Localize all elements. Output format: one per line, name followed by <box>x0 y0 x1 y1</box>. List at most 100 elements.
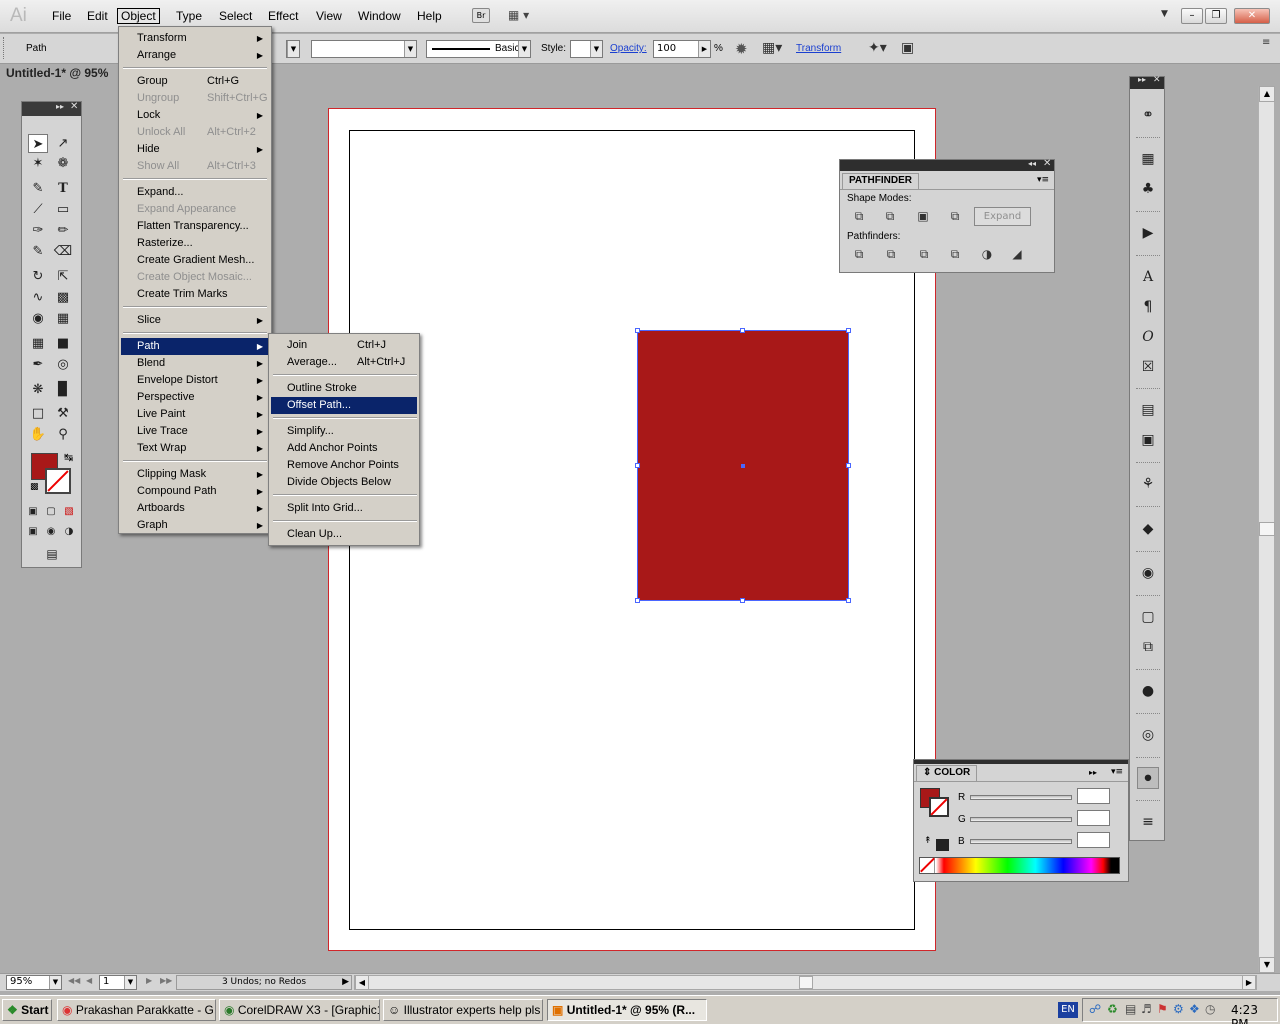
menu-item-blend[interactable]: Blend ▶ <box>121 355 269 372</box>
divide-icon[interactable]: ⧉ <box>848 244 870 264</box>
symbols-icon[interactable]: ♣ <box>1137 178 1159 200</box>
menu-item-compound-path[interactable]: Compound Path ▶ <box>121 483 269 500</box>
blob-brush-tool-icon[interactable]: ✎ <box>28 242 48 261</box>
free-transform-tool-icon[interactable]: ▩ <box>53 288 73 307</box>
menu-item-offset-path[interactable]: Offset Path... <box>271 397 417 414</box>
menu-view[interactable]: View <box>316 9 342 23</box>
panel-menu-icon[interactable]: ▾≡ <box>1037 175 1049 185</box>
exclude-icon[interactable]: ⧉ <box>944 206 966 226</box>
status-display[interactable]: 3 Undos; no Redos ▶ <box>176 975 352 990</box>
b-slider[interactable] <box>970 839 1072 844</box>
task-browser[interactable]: ☺ Illustrator experts help pls I... <box>383 999 543 1021</box>
restore-icon[interactable]: ❐ <box>1205 8 1227 24</box>
last-artboard-icon[interactable]: ▶▶ <box>160 976 172 985</box>
pen-tool-icon[interactable]: ✎ <box>28 179 48 198</box>
volume-icon[interactable]: ♬ <box>1141 1002 1152 1016</box>
color-stroke-swatch[interactable] <box>929 797 949 817</box>
hand-tool-icon[interactable]: ✋ <box>28 425 48 444</box>
menu-item-clipping-mask[interactable]: Clipping Mask ▶ <box>121 466 269 483</box>
close-icon[interactable]: ✕ <box>1043 158 1051 169</box>
menu-item-flatten-transparency[interactable]: Flatten Transparency... <box>121 218 269 235</box>
minus-back-icon[interactable]: ◢ <box>1006 244 1028 264</box>
previous-artboard-icon[interactable]: ◀ <box>86 976 92 985</box>
menu-item-divide-objects-below[interactable]: Divide Objects Below <box>271 474 417 491</box>
scroll-left-icon[interactable]: ◀ <box>355 975 369 990</box>
menu-item-transform[interactable]: Transform ▶ <box>121 30 269 47</box>
links-icon[interactable]: ⚭ <box>1137 104 1159 126</box>
recolor-artwork-icon[interactable]: ✹ <box>735 40 748 58</box>
control-bar-grip[interactable] <box>3 37 6 59</box>
menu-item-simplify[interactable]: Simplify... <box>271 423 417 440</box>
artboard-tool-icon[interactable]: □ <box>28 404 48 423</box>
gradient-panel-icon[interactable]: ▢ <box>1137 606 1159 628</box>
r-value-input[interactable] <box>1077 788 1110 804</box>
menu-item-perspective[interactable]: Perspective ▶ <box>121 389 269 406</box>
draw-normal-icon[interactable]: ▣ <box>25 522 41 541</box>
menu-item-live-trace[interactable]: Live Trace ▶ <box>121 423 269 440</box>
lasso-tool-icon[interactable]: ❁ <box>53 154 73 173</box>
color-panel-icon[interactable]: ⚫ <box>1137 767 1159 789</box>
swatches-icon[interactable]: ▦ <box>1137 148 1159 170</box>
web-safe-swatch[interactable] <box>936 839 949 851</box>
menu-item-join[interactable]: Join Ctrl+J <box>271 337 417 354</box>
variable-width-dropdown[interactable]: ▼ <box>311 40 417 58</box>
collapse-icon[interactable]: ▸▸ <box>56 102 64 111</box>
close-window-icon[interactable]: ✕ <box>1234 8 1270 24</box>
direct-selection-tool-icon[interactable]: ↗ <box>53 134 73 153</box>
stroke-swatch[interactable] <box>45 468 71 494</box>
selection-tool-icon[interactable]: ➤ <box>28 134 48 153</box>
collapse-icon[interactable]: ◂◂ <box>1028 159 1036 168</box>
close-icon[interactable]: ✕ <box>1153 75 1161 85</box>
menu-item-hide[interactable]: Hide ▶ <box>121 141 269 158</box>
handle-middle-right[interactable] <box>846 463 851 468</box>
control-panel-menu-icon[interactable]: ≡ <box>1262 37 1270 48</box>
opentype-icon[interactable]: O <box>1137 326 1159 348</box>
pencil-tool-icon[interactable]: ✏ <box>53 221 73 240</box>
gradient-mode-icon[interactable]: ▢ <box>43 502 59 521</box>
opacity-input[interactable]: 100 ▶ <box>653 40 711 58</box>
network-icon[interactable]: ☍ <box>1089 1002 1101 1016</box>
scroll-down-icon[interactable]: ▼ <box>1259 957 1275 973</box>
menu-file[interactable]: File <box>52 9 71 23</box>
monitor-icon[interactable]: ▤ <box>1125 1002 1136 1016</box>
zoom-dropdown[interactable]: 95% ▼ <box>6 975 62 990</box>
eraser-tool-icon[interactable]: ⌫ <box>53 242 73 261</box>
b-value-input[interactable] <box>1077 832 1110 848</box>
trim-icon[interactable]: ⧉ <box>880 244 902 264</box>
menu-item-artboards[interactable]: Artboards ▶ <box>121 500 269 517</box>
pathfinder-header[interactable]: ◂◂ ✕ <box>840 158 1054 171</box>
g-value-input[interactable] <box>1077 810 1110 826</box>
rotate-tool-icon[interactable]: ↻ <box>28 267 48 286</box>
menu-item-remove-anchor-points[interactable]: Remove Anchor Points <box>271 457 417 474</box>
vertical-scrollbar[interactable]: ▲ ▼ <box>1258 86 1275 974</box>
menu-select[interactable]: Select <box>219 9 252 23</box>
brush-definition-dropdown[interactable]: Basic ▼ <box>426 40 531 58</box>
character-icon[interactable]: A <box>1137 266 1159 288</box>
crop-icon[interactable]: ⧉ <box>944 244 966 264</box>
menu-item-path[interactable]: Path ▶ <box>121 338 269 355</box>
menu-item-split-into-grid[interactable]: Split Into Grid... <box>271 500 417 517</box>
handle-bottom-left[interactable] <box>635 598 640 603</box>
layers-icon[interactable]: ◆ <box>1137 518 1159 540</box>
paintbrush-tool-icon[interactable]: ✑ <box>28 221 48 240</box>
actions-icon[interactable]: ▶ <box>1137 222 1159 244</box>
merge-icon[interactable]: ⧉ <box>913 244 935 264</box>
color-tab[interactable]: ⇕ COLOR <box>916 765 978 781</box>
task-chrome[interactable]: ◉ Prakashan Parakkatte - G... <box>57 999 216 1021</box>
status-menu-icon[interactable]: ▶ <box>342 976 349 989</box>
shape-builder-tool-icon[interactable]: ◉ <box>28 309 48 328</box>
menu-item-graph[interactable]: Graph ▶ <box>121 517 269 534</box>
expand-options-icon[interactable]: ▸▸ <box>1089 768 1097 777</box>
color-spectrum-ramp[interactable] <box>919 857 1120 874</box>
menu-item-group[interactable]: Group Ctrl+G <box>121 73 269 90</box>
unite-icon[interactable]: ⧉ <box>848 206 870 226</box>
none-mode-icon[interactable]: ▧ <box>61 502 77 521</box>
outline-icon[interactable]: ◑ <box>976 244 998 264</box>
blend-tool-icon[interactable]: ◎ <box>53 355 73 374</box>
handle-middle-left[interactable] <box>635 463 640 468</box>
sync-icon[interactable]: ♻ <box>1107 1002 1118 1016</box>
handle-top-right[interactable] <box>846 328 851 333</box>
stroke-panel-icon[interactable]: ≡ <box>1137 811 1159 833</box>
menu-item-expand[interactable]: Expand... <box>121 184 269 201</box>
intersect-icon[interactable]: ▣ <box>912 206 934 226</box>
